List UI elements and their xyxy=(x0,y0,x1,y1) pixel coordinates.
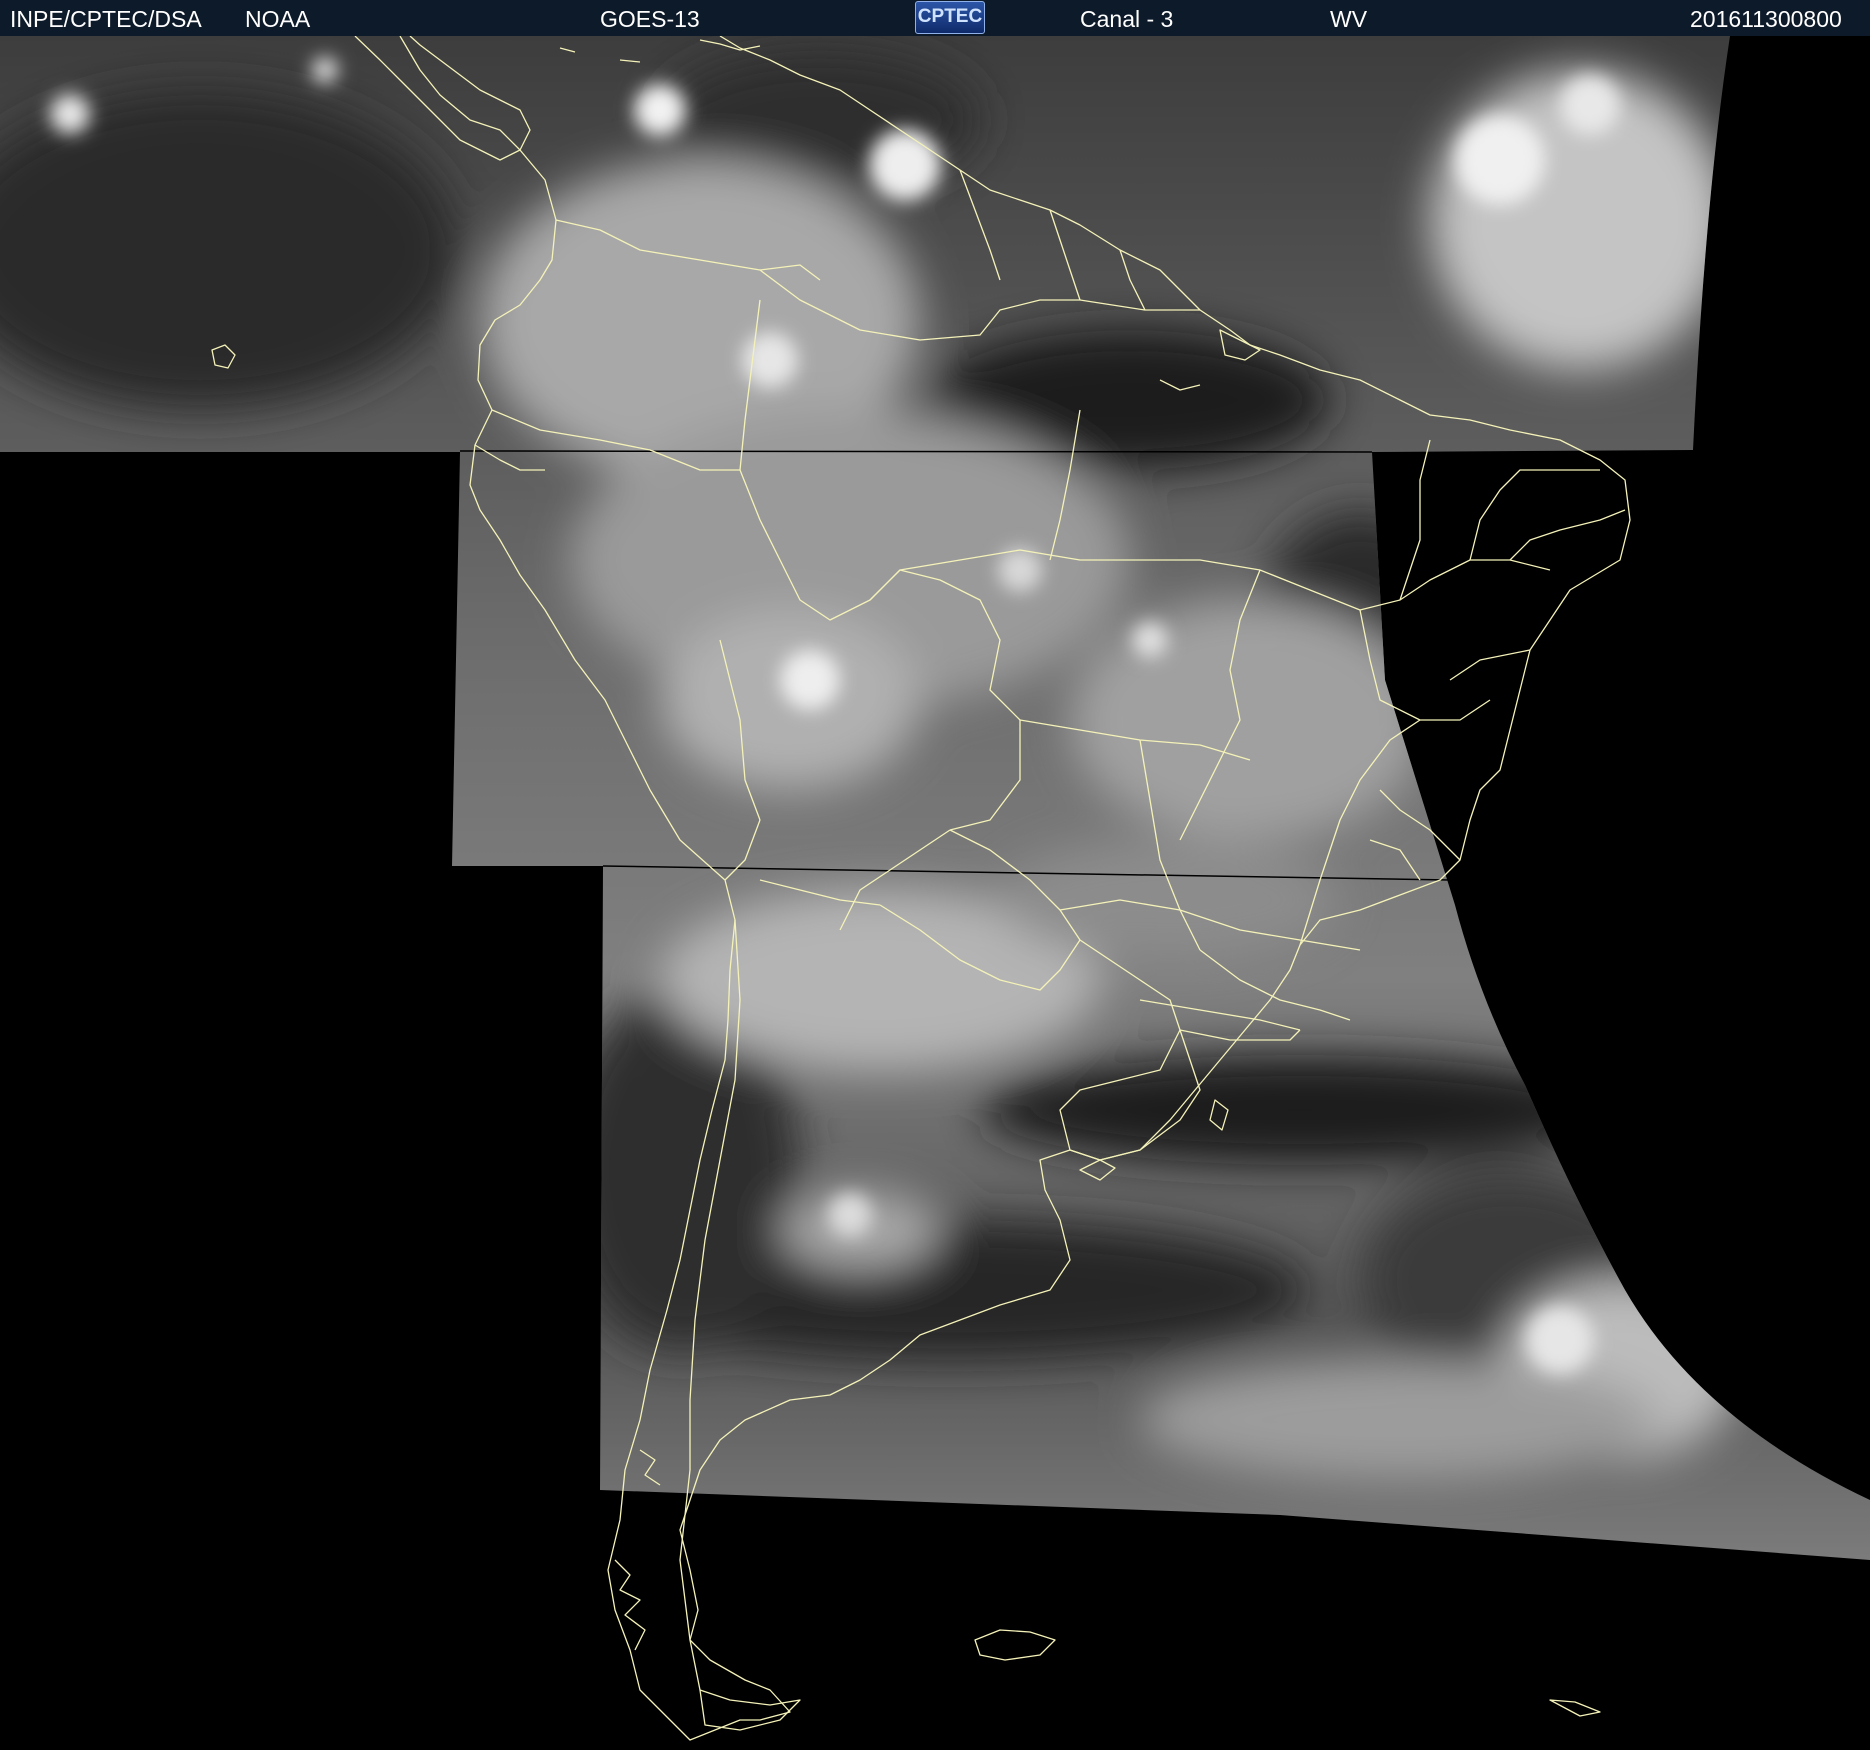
image-header-bar: INPE/CPTEC/DSA NOAA GOES-13 CPTEC Canal … xyxy=(0,0,1870,36)
south-georgia xyxy=(1549,1699,1601,1717)
source-label: INPE/CPTEC/DSA xyxy=(10,6,202,32)
water-vapor-imagery xyxy=(0,36,1870,1560)
tierra-del-fuego xyxy=(699,1689,801,1731)
falkland-islands xyxy=(974,1629,1056,1661)
timestamp-label: 201611300800 xyxy=(1690,6,1842,32)
channel-label: Canal - 3 xyxy=(1080,6,1174,32)
band-label: WV xyxy=(1330,6,1368,32)
satellite-map xyxy=(0,36,1870,1741)
cptec-logo: CPTEC xyxy=(915,1,985,34)
satellite-label: GOES-13 xyxy=(600,6,700,32)
agency-label: NOAA xyxy=(245,6,311,32)
